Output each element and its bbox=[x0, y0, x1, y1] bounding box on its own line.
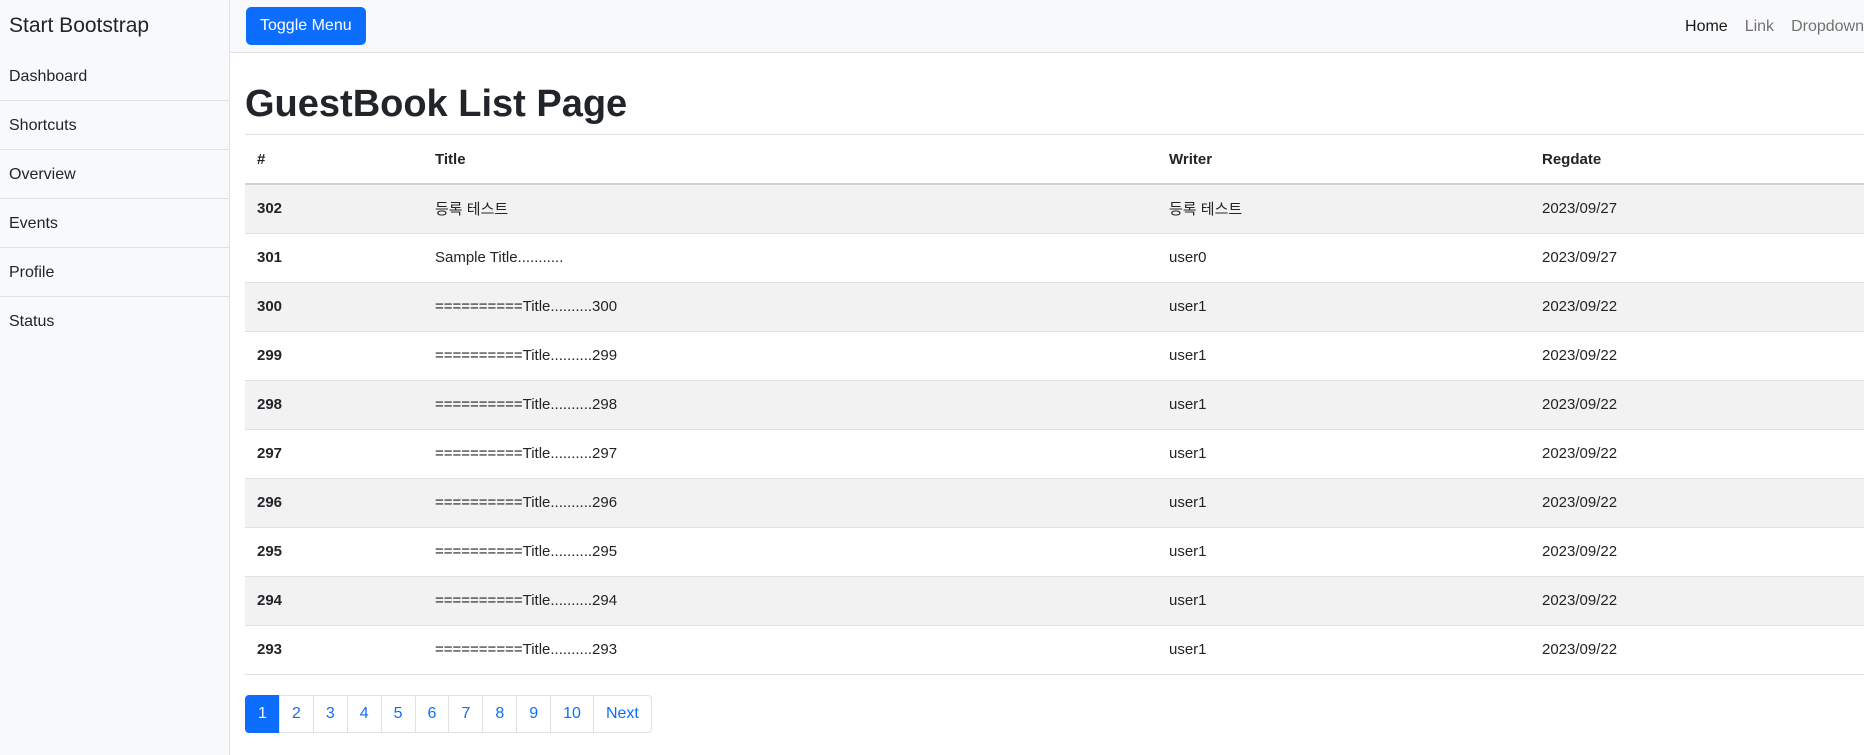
column-header-number: # bbox=[245, 135, 423, 185]
row-writer: user1 bbox=[1157, 478, 1530, 528]
row-writer: user1 bbox=[1157, 527, 1530, 577]
sidebar-list: Dashboard Shortcuts Overview Events Prof… bbox=[0, 52, 229, 346]
row-title[interactable]: ==========Title..........297 bbox=[423, 429, 1157, 479]
page-link-3[interactable]: 3 bbox=[312, 694, 348, 733]
row-regdate: 2023/09/22 bbox=[1530, 331, 1864, 381]
table-header-row: # Title Writer Regdate bbox=[245, 135, 1864, 185]
row-title[interactable]: ==========Title..........293 bbox=[423, 625, 1157, 675]
row-writer: user1 bbox=[1157, 380, 1530, 430]
table-row[interactable]: 294 ==========Title..........294 user1 2… bbox=[245, 576, 1864, 626]
sidebar-heading: Start Bootstrap bbox=[0, 0, 229, 52]
column-header-regdate: Regdate bbox=[1530, 135, 1864, 185]
row-title[interactable]: ==========Title..........296 bbox=[423, 478, 1157, 528]
row-regdate: 2023/09/22 bbox=[1530, 625, 1864, 675]
table-row[interactable]: 301 Sample Title........... user0 2023/0… bbox=[245, 233, 1864, 283]
row-title[interactable]: 등록 테스트 bbox=[423, 184, 1157, 234]
page-link-7[interactable]: 7 bbox=[448, 694, 484, 733]
row-writer: user1 bbox=[1157, 429, 1530, 479]
nav-link-link[interactable]: Link bbox=[1745, 18, 1774, 36]
guestbook-table: # Title Writer Regdate 302 등록 테스트 등록 테스트… bbox=[245, 135, 1864, 675]
page-link-10[interactable]: 10 bbox=[550, 694, 594, 733]
row-title[interactable]: Sample Title........... bbox=[423, 233, 1157, 283]
page-link-6[interactable]: 6 bbox=[414, 694, 450, 733]
column-header-writer: Writer bbox=[1157, 135, 1530, 185]
table-row[interactable]: 298 ==========Title..........298 user1 2… bbox=[245, 380, 1864, 430]
table-header: # Title Writer Regdate bbox=[245, 135, 1864, 185]
page-link-1[interactable]: 1 bbox=[245, 694, 280, 733]
page-content-wrapper: Toggle Menu Home Link Dropdown GuestBook… bbox=[230, 0, 1864, 755]
pagination: 1 2 3 4 5 6 7 8 9 10 Next bbox=[245, 694, 1864, 733]
row-number: 294 bbox=[245, 576, 423, 626]
table-body: 302 등록 테스트 등록 테스트 2023/09/27 301 Sample … bbox=[245, 184, 1864, 675]
row-title[interactable]: ==========Title..........299 bbox=[423, 331, 1157, 381]
row-regdate: 2023/09/22 bbox=[1530, 380, 1864, 430]
row-regdate: 2023/09/27 bbox=[1530, 184, 1864, 234]
row-title[interactable]: ==========Title..........295 bbox=[423, 527, 1157, 577]
nav-link-home[interactable]: Home bbox=[1685, 18, 1728, 36]
page-link-4[interactable]: 4 bbox=[346, 694, 382, 733]
navbar-links: Home Link Dropdown bbox=[1685, 0, 1864, 53]
page-link-8[interactable]: 8 bbox=[482, 694, 518, 733]
sidebar-item-profile[interactable]: Profile bbox=[0, 248, 229, 297]
nav-dropdown-toggle[interactable]: Dropdown bbox=[1791, 18, 1864, 36]
sidebar-item-overview[interactable]: Overview bbox=[0, 150, 229, 199]
page-link-9[interactable]: 9 bbox=[516, 694, 552, 733]
row-writer: user1 bbox=[1157, 576, 1530, 626]
row-number: 297 bbox=[245, 429, 423, 479]
table-row[interactable]: 296 ==========Title..........296 user1 2… bbox=[245, 478, 1864, 528]
page-link-2[interactable]: 2 bbox=[278, 694, 314, 733]
row-regdate: 2023/09/22 bbox=[1530, 282, 1864, 332]
app-layout: Start Bootstrap Dashboard Shortcuts Over… bbox=[0, 0, 1864, 755]
row-regdate: 2023/09/22 bbox=[1530, 429, 1864, 479]
sidebar-item-dashboard[interactable]: Dashboard bbox=[0, 52, 229, 101]
top-navbar: Toggle Menu Home Link Dropdown bbox=[230, 0, 1864, 53]
row-number: 301 bbox=[245, 233, 423, 283]
sidebar-item-shortcuts[interactable]: Shortcuts bbox=[0, 101, 229, 150]
row-regdate: 2023/09/22 bbox=[1530, 576, 1864, 626]
row-regdate: 2023/09/22 bbox=[1530, 527, 1864, 577]
row-number: 299 bbox=[245, 331, 423, 381]
row-number: 302 bbox=[245, 184, 423, 234]
page-title: GuestBook List Page bbox=[245, 80, 1864, 135]
row-title[interactable]: ==========Title..........300 bbox=[423, 282, 1157, 332]
row-number: 300 bbox=[245, 282, 423, 332]
row-title[interactable]: ==========Title..........298 bbox=[423, 380, 1157, 430]
row-writer: user1 bbox=[1157, 282, 1530, 332]
sidebar: Start Bootstrap Dashboard Shortcuts Over… bbox=[0, 0, 230, 755]
row-number: 298 bbox=[245, 380, 423, 430]
row-writer: 등록 테스트 bbox=[1157, 184, 1530, 234]
table-row[interactable]: 299 ==========Title..........299 user1 2… bbox=[245, 331, 1864, 381]
page-link-5[interactable]: 5 bbox=[380, 694, 416, 733]
column-header-title: Title bbox=[423, 135, 1157, 185]
table-row[interactable]: 295 ==========Title..........295 user1 2… bbox=[245, 527, 1864, 577]
row-number: 296 bbox=[245, 478, 423, 528]
table-row[interactable]: 300 ==========Title..........300 user1 2… bbox=[245, 282, 1864, 332]
table-row[interactable]: 302 등록 테스트 등록 테스트 2023/09/27 bbox=[245, 184, 1864, 234]
row-number: 295 bbox=[245, 527, 423, 577]
table-row[interactable]: 297 ==========Title..........297 user1 2… bbox=[245, 429, 1864, 479]
sidebar-item-events[interactable]: Events bbox=[0, 199, 229, 248]
next-page-button[interactable]: Next bbox=[592, 694, 652, 733]
table-row[interactable]: 293 ==========Title..........293 user1 2… bbox=[245, 625, 1864, 675]
row-writer: user0 bbox=[1157, 233, 1530, 283]
sidebar-item-status[interactable]: Status bbox=[0, 297, 229, 346]
main-content: GuestBook List Page # Title Writer Regda… bbox=[230, 80, 1864, 733]
row-regdate: 2023/09/22 bbox=[1530, 478, 1864, 528]
toggle-menu-button[interactable]: Toggle Menu bbox=[246, 7, 366, 45]
row-writer: user1 bbox=[1157, 625, 1530, 675]
row-writer: user1 bbox=[1157, 331, 1530, 381]
row-number: 293 bbox=[245, 625, 423, 675]
row-title[interactable]: ==========Title..........294 bbox=[423, 576, 1157, 626]
row-regdate: 2023/09/27 bbox=[1530, 233, 1864, 283]
